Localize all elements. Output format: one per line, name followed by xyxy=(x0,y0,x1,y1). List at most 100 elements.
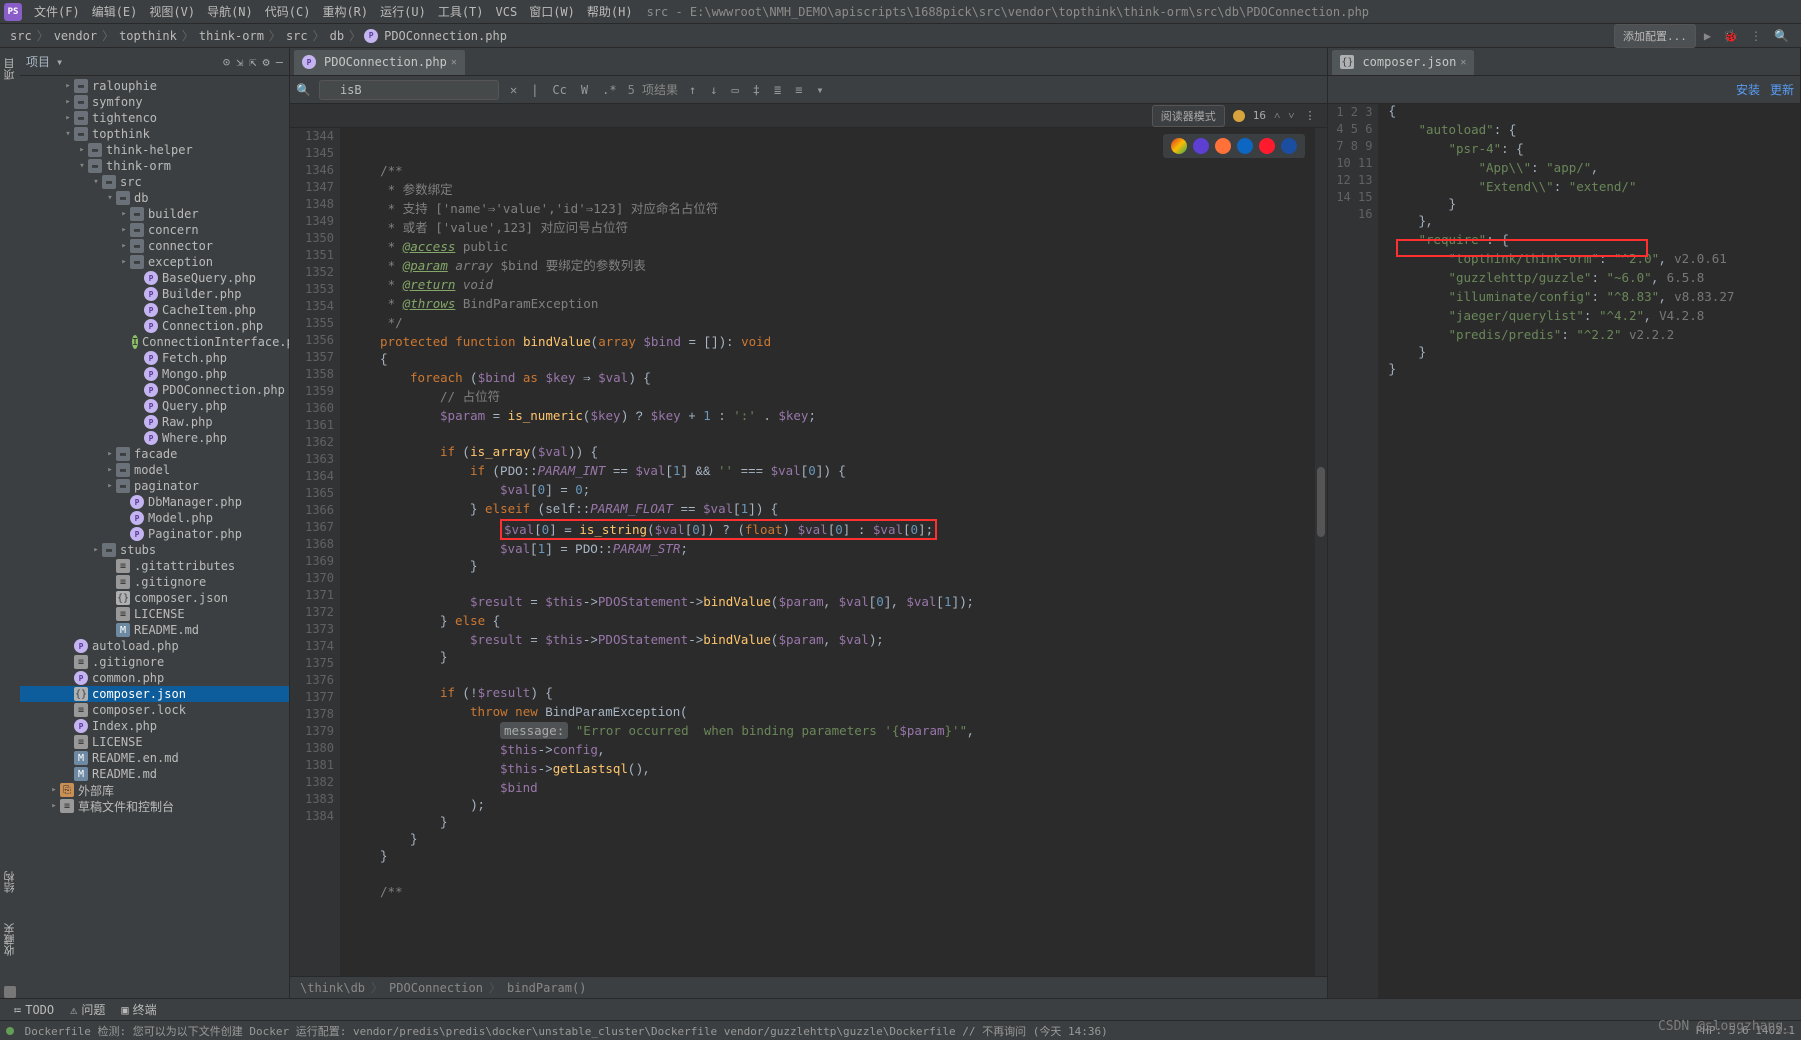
crumb[interactable]: src xyxy=(8,29,34,43)
crumb[interactable]: topthink xyxy=(117,29,179,43)
caret-up-icon[interactable]: ˄ xyxy=(1274,109,1280,122)
search-icon[interactable]: 🔍 xyxy=(1770,29,1793,43)
tree-row[interactable]: PConnection.php xyxy=(20,318,289,334)
tree-row[interactable]: ▸▬think-helper xyxy=(20,142,289,158)
add-config-button[interactable]: 添加配置... xyxy=(1614,24,1696,48)
marker-strip[interactable] xyxy=(1315,128,1327,976)
menu-file[interactable]: 文件(F) xyxy=(28,3,86,20)
tree-row[interactable]: ▸▬concern xyxy=(20,222,289,238)
tree-row[interactable]: MREADME.md xyxy=(20,766,289,782)
tree-row[interactable]: ▸▬paginator xyxy=(20,478,289,494)
find-input[interactable]: isB xyxy=(319,80,499,100)
tree-row[interactable]: ▾▬db xyxy=(20,190,289,206)
filter-icon[interactable]: ▾ xyxy=(813,83,826,97)
tree-row[interactable]: PIndex.php xyxy=(20,718,289,734)
close-icon[interactable]: ✕ xyxy=(451,57,457,68)
tree-row[interactable]: PModel.php xyxy=(20,510,289,526)
menu-tools[interactable]: 工具(T) xyxy=(432,3,490,20)
chrome-icon[interactable] xyxy=(1171,138,1187,154)
tree-row[interactable]: ▸▬model xyxy=(20,462,289,478)
tree-row[interactable]: PMongo.php xyxy=(20,366,289,382)
menu-edit[interactable]: 编辑(E) xyxy=(86,3,144,20)
prev-occurrence-icon[interactable]: ✕ xyxy=(507,83,520,97)
structure-vtab[interactable]: 结构 xyxy=(2,871,18,893)
project-tree[interactable]: ▸▬ralouphie▸▬symfony▸▬tightenco▾▬topthin… xyxy=(20,76,289,998)
tab-composer-json[interactable]: {} composer.json ✕ xyxy=(1332,49,1474,75)
crumb[interactable]: src xyxy=(284,29,310,43)
menu-help[interactable]: 帮助(H) xyxy=(581,3,639,20)
notification-text[interactable]: Dockerfile 检测: 您可以为以下文件创建 Docker 运行配置: v… xyxy=(25,1025,1108,1038)
crumb[interactable]: db xyxy=(328,29,346,43)
menu-refactor[interactable]: 重构(R) xyxy=(316,3,374,20)
run-icon[interactable]: ▶ xyxy=(1700,29,1715,43)
warning-icon[interactable] xyxy=(1233,110,1245,122)
down-icon[interactable]: ↓ xyxy=(707,83,720,97)
menu-window[interactable]: 窗口(W) xyxy=(523,3,581,20)
crumb-file[interactable]: PDOConnection.php xyxy=(382,29,509,43)
tree-row[interactable]: ▸▬stubs xyxy=(20,542,289,558)
tree-row[interactable]: ≡LICENSE xyxy=(20,734,289,750)
code-content[interactable]: /** * 参数绑定 * 支持 ['name'⇒'value','id'⇒123… xyxy=(340,128,1315,976)
tree-row[interactable]: PPaginator.php xyxy=(20,526,289,542)
crumb[interactable]: think-orm xyxy=(197,29,266,43)
tree-row[interactable]: Pautoload.php xyxy=(20,638,289,654)
code-editor-right[interactable]: 1 2 3 4 5 6 7 8 9 10 11 12 13 14 15 16 ﻿… xyxy=(1328,104,1800,998)
menu-navigate[interactable]: 导航(N) xyxy=(201,3,259,20)
tool-icon[interactable]: ≡ xyxy=(792,83,805,97)
case-icon[interactable]: Cc xyxy=(549,83,569,97)
tree-row[interactable]: ▸▬connector xyxy=(20,238,289,254)
tree-row[interactable]: PCacheItem.php xyxy=(20,302,289,318)
todo-tab[interactable]: ≔TODO xyxy=(6,1003,62,1017)
regex-icon[interactable]: .* xyxy=(599,83,619,97)
menu-view[interactable]: 视图(V) xyxy=(143,3,201,20)
terminal-tab[interactable]: ▣终端 xyxy=(113,1001,164,1018)
crumb[interactable]: bindParam() xyxy=(507,981,586,995)
menu-run[interactable]: 运行(U) xyxy=(374,3,432,20)
tree-row[interactable]: ▸▬builder xyxy=(20,206,289,222)
edge-icon[interactable] xyxy=(1237,138,1253,154)
tree-row[interactable]: MREADME.en.md xyxy=(20,750,289,766)
close-icon[interactable]: ✕ xyxy=(1460,57,1466,68)
more-icon[interactable]: ⋮ xyxy=(1302,109,1317,122)
reader-mode-button[interactable]: 阅读器模式 xyxy=(1152,105,1225,127)
caret-down-icon[interactable]: ˅ xyxy=(1288,109,1294,122)
opera-icon[interactable] xyxy=(1259,138,1275,154)
tab-pdoconnection[interactable]: P PDOConnection.php ✕ xyxy=(294,49,465,75)
chevron-down-icon[interactable]: ▾ xyxy=(54,55,65,69)
tree-row[interactable]: PBuilder.php xyxy=(20,286,289,302)
tree-row[interactable]: {}composer.json xyxy=(20,590,289,606)
tool-icon[interactable]: ‡ xyxy=(750,83,763,97)
tree-row[interactable]: ≡.gitignore xyxy=(20,574,289,590)
tree-row[interactable]: ≡composer.lock xyxy=(20,702,289,718)
project-vtab[interactable]: 项目 xyxy=(2,58,18,80)
menu-vcs[interactable]: VCS xyxy=(490,5,524,19)
tree-row[interactable]: PDbManager.php xyxy=(20,494,289,510)
tree-row[interactable]: PFetch.php xyxy=(20,350,289,366)
tree-row[interactable]: PQuery.php xyxy=(20,398,289,414)
tree-row[interactable]: PWhere.php xyxy=(20,430,289,446)
tree-row[interactable]: ≡.gitattributes xyxy=(20,558,289,574)
tree-row[interactable]: IConnectionInterface.php xyxy=(20,334,289,350)
debug-icon[interactable]: 🐞 xyxy=(1719,29,1742,43)
tree-row[interactable]: PBaseQuery.php xyxy=(20,270,289,286)
tree-row[interactable]: ▸▬exception xyxy=(20,254,289,270)
tree-row[interactable]: ▸▬facade xyxy=(20,446,289,462)
square-icon[interactable] xyxy=(4,986,16,998)
locate-icon[interactable]: ⊙ xyxy=(223,55,230,69)
collapse-icon[interactable]: ⇱ xyxy=(249,55,256,69)
select-all-icon[interactable]: ▭ xyxy=(728,83,741,97)
crumb[interactable]: PDOConnection xyxy=(389,981,483,995)
tree-row[interactable]: PRaw.php xyxy=(20,414,289,430)
gear-icon[interactable]: ⚙ xyxy=(263,55,270,69)
tree-row[interactable]: ▾▬topthink xyxy=(20,126,289,142)
tree-row[interactable]: ▸▬ralouphie xyxy=(20,78,289,94)
tree-row[interactable]: ▾▬think-orm xyxy=(20,158,289,174)
tree-row[interactable]: Pcommon.php xyxy=(20,670,289,686)
up-icon[interactable]: ↑ xyxy=(686,83,699,97)
ie-icon[interactable] xyxy=(1281,138,1297,154)
crumb[interactable]: \think\db xyxy=(300,981,365,995)
install-link[interactable]: 安装 xyxy=(1736,81,1760,98)
update-link[interactable]: 更新 xyxy=(1770,81,1794,98)
tree-row[interactable]: ▸⎘外部库 xyxy=(20,782,289,798)
problems-tab[interactable]: ⚠问题 xyxy=(62,1001,113,1018)
